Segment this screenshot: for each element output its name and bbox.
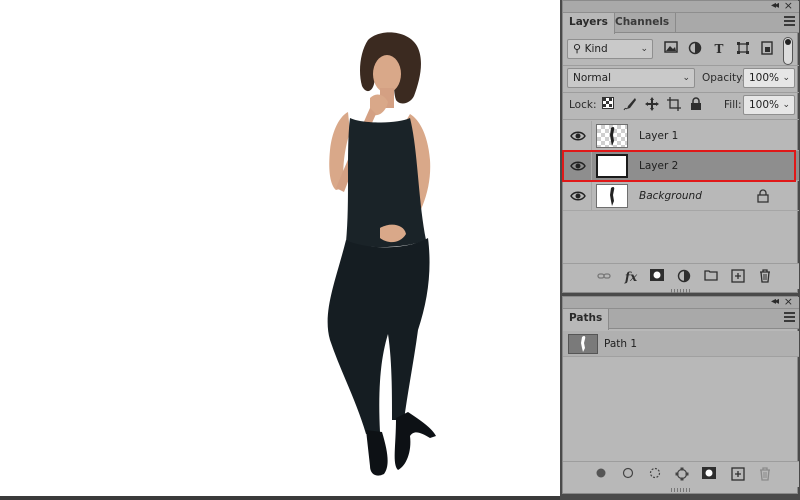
make-workpath-icon[interactable] [674, 467, 690, 483]
divider [591, 181, 592, 211]
fill-value: 100% [749, 99, 780, 111]
blend-mode-value: Normal [573, 72, 611, 84]
collapse-panels-icon[interactable]: ◂◂ [771, 296, 779, 307]
mask-icon[interactable] [649, 269, 665, 285]
panel-dock: ◂◂ × Layers Channels ⚲ Kind ⌄ T Normal ⌄… [560, 0, 800, 500]
new-path-icon[interactable] [730, 467, 746, 483]
layer-thumbnail [596, 124, 628, 148]
layers-tab-bar: Layers Channels [563, 13, 799, 34]
path-thumbnail [568, 334, 598, 354]
trash-icon[interactable] [757, 269, 773, 285]
panel-header-bar: ◂◂ × [563, 295, 799, 309]
resize-grip[interactable] [671, 488, 691, 492]
opacity-label: Opacity: [702, 72, 746, 84]
filter-smartobject-icon[interactable] [759, 41, 775, 57]
collapse-panels-icon[interactable]: ◂◂ [771, 0, 779, 11]
fx-icon[interactable]: fx [623, 269, 639, 285]
filter-toggle-switch[interactable] [783, 37, 793, 65]
panel-header-bar: ◂◂ × [563, 0, 799, 13]
visibility-eye-icon[interactable] [570, 128, 586, 144]
filter-shape-icon[interactable] [735, 41, 751, 57]
fill-field[interactable]: 100% ⌄ [743, 95, 795, 115]
layer-thumbnail [596, 184, 628, 208]
chevron-down-icon: ⌄ [640, 44, 648, 54]
load-selection-icon[interactable] [647, 467, 663, 483]
search-icon: ⚲ [573, 42, 585, 55]
separator [563, 92, 799, 93]
paths-panel: ◂◂ × Paths Path 1 [562, 295, 799, 494]
opacity-value: 100% [749, 72, 780, 84]
resize-grip[interactable] [671, 289, 691, 293]
path-name[interactable]: Path 1 [604, 331, 637, 357]
paths-tab-bar: Paths [563, 309, 799, 330]
close-panel-icon[interactable]: × [784, 0, 793, 12]
adjustment-layer-icon[interactable] [676, 269, 692, 285]
new-layer-icon[interactable] [730, 269, 746, 285]
lock-artboard-icon[interactable] [666, 97, 682, 113]
lock-all-icon[interactable] [688, 97, 704, 113]
chevron-down-icon: ⌄ [682, 73, 690, 83]
photoshop-window: ◂◂ × Layers Channels ⚲ Kind ⌄ T Normal ⌄… [0, 0, 800, 500]
selection-highlight-outline [562, 150, 796, 182]
woman-figure-image [327, 32, 436, 476]
fill-label: Fill: [724, 99, 742, 111]
tab-channels[interactable]: Channels [609, 13, 677, 33]
filter-type-icon[interactable]: T [711, 41, 727, 57]
divider [591, 121, 592, 151]
separator [563, 119, 799, 120]
tab-paths[interactable]: Paths [563, 309, 610, 330]
lock-label: Lock: [569, 99, 597, 111]
filter-kind-label: Kind [584, 43, 608, 55]
stroke-path-icon[interactable] [620, 467, 636, 483]
blend-mode-dropdown[interactable]: Normal ⌄ [567, 68, 695, 88]
layers-footer-toolbar: fx [563, 263, 799, 289]
layer-row-layer-1[interactable]: Layer 1 [563, 121, 799, 151]
chevron-down-icon: ⌄ [782, 100, 790, 110]
canvas-bottom-border [0, 496, 560, 500]
filter-adjustment-icon[interactable] [687, 41, 703, 57]
filter-pixel-icon[interactable] [663, 41, 679, 57]
layer-name[interactable]: Background [639, 181, 702, 211]
panel-menu-icon[interactable] [784, 312, 795, 322]
layers-panel: ◂◂ × Layers Channels ⚲ Kind ⌄ T Normal ⌄… [562, 0, 799, 293]
separator [563, 65, 799, 66]
trash-icon[interactable] [757, 467, 773, 483]
add-mask-icon[interactable] [701, 467, 717, 483]
chevron-down-icon: ⌄ [782, 73, 790, 83]
close-panel-icon[interactable]: × [784, 295, 793, 308]
tab-layers[interactable]: Layers [563, 13, 615, 34]
layer-name[interactable]: Layer 1 [639, 121, 678, 151]
document-canvas[interactable] [0, 0, 560, 497]
paths-footer-toolbar [563, 461, 799, 487]
link-icon[interactable] [596, 269, 612, 285]
opacity-field[interactable]: 100% ⌄ [743, 68, 795, 88]
panel-menu-icon[interactable] [784, 16, 795, 26]
layer-row-background[interactable]: Background [563, 181, 799, 211]
lock-position-icon[interactable] [644, 97, 660, 113]
path-row-path-1[interactable]: Path 1 [563, 331, 799, 357]
fill-path-icon[interactable] [593, 467, 609, 483]
lock-transparent-pixels-icon[interactable] [600, 97, 616, 113]
folder-icon[interactable] [703, 269, 719, 285]
lock-icon [757, 189, 769, 203]
visibility-eye-icon[interactable] [570, 188, 586, 204]
lock-image-pixels-icon[interactable] [622, 97, 638, 113]
filter-kind-dropdown[interactable]: ⚲ Kind ⌄ [567, 39, 653, 59]
